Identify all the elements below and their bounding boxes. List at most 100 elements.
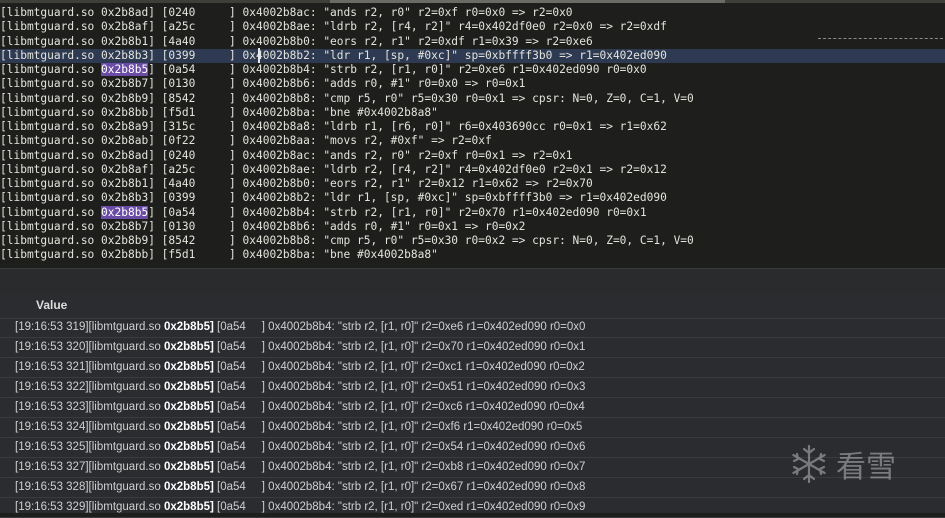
result-row[interactable]: [19:16:53 322][libmtguard.so 0x2b8b5] [0… (0, 378, 945, 398)
trace-line-lib: [libmtguard.so (0, 91, 102, 105)
trace-line-lib: [libmtguard.so (0, 48, 102, 62)
trace-line-lib: [libmtguard.so (0, 105, 102, 119)
results-header[interactable]: Value (0, 294, 945, 319)
trace-line: [libmtguard.so 0x2b8ad] [0240 ] 0x4002b8… (0, 149, 573, 163)
watermark: 看雪 (788, 440, 928, 488)
trace-line-addr: 0x2b8b3 (101, 191, 149, 205)
dashed-separator (818, 38, 943, 39)
result-text: [0a54 ] 0x4002b8b4: "strb r2, [r1, r0]" … (213, 461, 586, 473)
trace-line-addr: 0x2b8b1 (101, 34, 149, 48)
trace-line-body: ] [a25c ] 0x4002b8ae: "ldrb r2, [r4, r2]… (148, 20, 667, 34)
result-prefix: [19:16:53 328][libmtguard.so (15, 481, 164, 493)
trace-line-lib: [libmtguard.so (0, 120, 102, 133)
trace-line: [libmtguard.so 0x2b8b3] [0399 ] 0x4002b8… (0, 191, 667, 205)
result-prefix: [19:16:53 324][libmtguard.so (15, 421, 164, 433)
result-prefix: [19:16:53 323][libmtguard.so (15, 401, 164, 413)
trace-line: [libmtguard.so 0x2b8bb] [f5d1 ] 0x4002b8… (0, 106, 438, 120)
trace-line-body: ] [4a40 ] 0x4002b8b0: "eors r2, r1" r2=0… (148, 34, 593, 48)
editor-top-scrollbar (0, 0, 945, 3)
trace-line-body: ] [0130 ] 0x4002b8b6: "adds r0, #1" r0=0… (148, 77, 526, 91)
value-column-header[interactable]: Value (36, 298, 67, 312)
trace-line-lib: [libmtguard.so (0, 34, 102, 48)
trace-line-body: ] [0a54 ] 0x4002b8b4: "strb r2, [r1, r0]… (148, 63, 647, 76)
trace-line-addr: 0x2b8af (101, 162, 149, 176)
trace-line-addr: 0x2b8bb (101, 248, 149, 262)
result-row[interactable]: [19:16:53 329][libmtguard.so 0x2b8b5] [0… (0, 498, 945, 518)
trace-line: [libmtguard.so 0x2b8b7] [0130 ] 0x4002b8… (0, 77, 525, 91)
panel-splitter[interactable] (0, 268, 945, 295)
result-prefix: [19:16:53 325][libmtguard.so (15, 441, 164, 453)
trace-line-addr: 0x2b8ad (101, 6, 149, 19)
result-text: [0a54 ] 0x4002b8b4: "strb r2, [r1, r0]" … (213, 441, 586, 453)
result-prefix: [19:16:53 319][libmtguard.so (15, 321, 164, 333)
result-text: [0a54 ] 0x4002b8b4: "strb r2, [r1, r0]" … (213, 501, 586, 513)
result-text: [0a54 ] 0x4002b8b4: "strb r2, [r1, r0]" … (213, 381, 586, 393)
result-row[interactable]: [19:16:53 319][libmtguard.so 0x2b8b5] [0… (0, 318, 945, 338)
trace-line: [libmtguard.so 0x2b8b1] [4a40 ] 0x4002b8… (0, 177, 593, 191)
result-row[interactable]: [19:16:53 323][libmtguard.so 0x2b8b5] [0… (0, 398, 945, 418)
trace-line: [libmtguard.so 0x2b8b1] [4a40 ] 0x4002b8… (0, 35, 593, 49)
trace-line: [libmtguard.so 0x2b8ad] [0240 ] 0x4002b8… (0, 6, 573, 20)
snowflake-icon (792, 444, 826, 484)
trace-line-lib: [libmtguard.so (0, 219, 102, 233)
result-text: [0a54 ] 0x4002b8b4: "strb r2, [r1, r0]" … (213, 341, 586, 353)
result-text: [0a54 ] 0x4002b8b4: "strb r2, [r1, r0]" … (213, 321, 586, 333)
result-address: 0x2b8b5] (163, 421, 214, 433)
trace-line-addr: 0x2b8b1 (101, 177, 149, 190)
trace-line-body: ] [0f22 ] 0x4002b8aa: "movs r2, #0xf" =>… (148, 134, 492, 148)
trace-line-body: ] [315c ] 0x4002b8a8: "ldrb r1, [r6, r0]… (148, 120, 667, 133)
trace-line-lib: [libmtguard.so (0, 63, 102, 76)
trace-line-lib: [libmtguard.so (0, 177, 102, 190)
result-row[interactable]: [19:16:53 321][libmtguard.so 0x2b8b5] [0… (0, 358, 945, 378)
trace-line-lib: [libmtguard.so (0, 20, 102, 34)
trace-line-body: ] [a25c ] 0x4002b8ae: "ldrb r2, [r4, r2]… (148, 162, 667, 176)
trace-line-lib: [libmtguard.so (0, 134, 102, 148)
result-text: [0a54 ] 0x4002b8b4: "strb r2, [r1, r0]" … (213, 481, 586, 493)
trace-line-addr: 0x2b8b3 (101, 48, 149, 62)
trace-line-body: ] [0399 ] 0x4002b8b2: "ldr r1, [sp, #0xc… (148, 191, 667, 205)
trace-line: [libmtguard.so 0x2b8b5] [0a54 ] 0x4002b8… (0, 205, 647, 220)
trace-line: [libmtguard.so 0x2b8b3] [0399 ] 0x4002b8… (0, 48, 945, 63)
trace-line-addr: 0x2b8b7 (101, 77, 149, 91)
result-row[interactable]: [19:16:53 324][libmtguard.so 0x2b8b5] [0… (0, 418, 945, 438)
result-address: 0x2b8b5] (163, 341, 214, 353)
trace-line-lib: [libmtguard.so (0, 234, 102, 247)
trace-line-body: ] [8542 ] 0x4002b8b8: "cmp r5, r0" r5=0x… (148, 234, 694, 247)
trace-line-body: ] [0240 ] 0x4002b8ac: "ands r2, r0" r2=0… (148, 148, 573, 162)
trace-line: [libmtguard.so 0x2b8b9] [8542 ] 0x4002b8… (0, 234, 694, 248)
result-row[interactable]: [19:16:53 320][libmtguard.so 0x2b8b5] [0… (0, 338, 945, 358)
result-prefix: [19:16:53 321][libmtguard.so (15, 361, 164, 373)
trace-line-body: ] [f5d1 ] 0x4002b8ba: "bne #0x4002b8a8" (148, 105, 438, 119)
trace-line-addr: 0x2b8a9 (101, 120, 149, 133)
result-prefix: [19:16:53 322][libmtguard.so (15, 381, 164, 393)
result-address: 0x2b8b5] (163, 321, 214, 333)
text-cursor (258, 48, 260, 63)
trace-line-body: ] [0130 ] 0x4002b8b6: "adds r0, #1" r0=0… (148, 219, 526, 233)
trace-line: [libmtguard.so 0x2b8b5] [0a54 ] 0x4002b8… (0, 63, 647, 77)
trace-line: [libmtguard.so 0x2b8af] [a25c ] 0x4002b8… (0, 163, 667, 177)
result-text: [0a54 ] 0x4002b8b4: "strb r2, [r1, r0]" … (213, 361, 585, 373)
trace-line-lib: [libmtguard.so (0, 148, 102, 162)
trace-line-addr: 0x2b8b7 (101, 219, 149, 233)
trace-line: [libmtguard.so 0x2b8bb] [f5d1 ] 0x4002b8… (0, 248, 438, 262)
result-prefix: [19:16:53 327][libmtguard.so (15, 461, 164, 473)
result-address: 0x2b8b5] (163, 461, 214, 473)
trace-line: [libmtguard.so 0x2b8b7] [0130 ] 0x4002b8… (0, 220, 525, 234)
trace-line-body: ] [f5d1 ] 0x4002b8ba: "bne #0x4002b8a8" (148, 248, 438, 262)
trace-editor[interactable]: [libmtguard.so 0x2b8ad ] [0240 ] 0x4002b8… (0, 0, 945, 268)
trace-line-body: ] [0a54 ] 0x4002b8b4: "strb r2, [r1, r0]… (148, 205, 647, 219)
trace-line-addr: 0x2b8af (101, 20, 149, 34)
result-address: 0x2b8b5] (163, 401, 214, 413)
trace-line-body: ] [0399 ] 0x4002b8b2: "ldr r1, [sp, #0xc… (148, 48, 667, 62)
search-match: 0x2b8b5 (101, 63, 149, 76)
result-text: [0a54 ] 0x4002b8b4: "strb r2, [r1, r0]" … (213, 421, 583, 433)
trace-line-lib: [libmtguard.so (0, 248, 102, 262)
trace-line: [libmtguard.so 0x2b8a9] [315c ] 0x4002b8… (0, 120, 667, 134)
trace-line-addr: 0x2b8b9 (101, 234, 149, 247)
result-text: [0a54 ] 0x4002b8b4: "strb r2, [r1, r0]" … (213, 401, 585, 413)
trace-line-lib: [libmtguard.so (0, 77, 102, 91)
result-prefix: [19:16:53 320][libmtguard.so (15, 341, 164, 353)
watermark-text: 看雪 (836, 450, 896, 485)
result-address: 0x2b8b5] (163, 501, 214, 513)
trace-line-lib: [libmtguard.so (0, 205, 102, 219)
